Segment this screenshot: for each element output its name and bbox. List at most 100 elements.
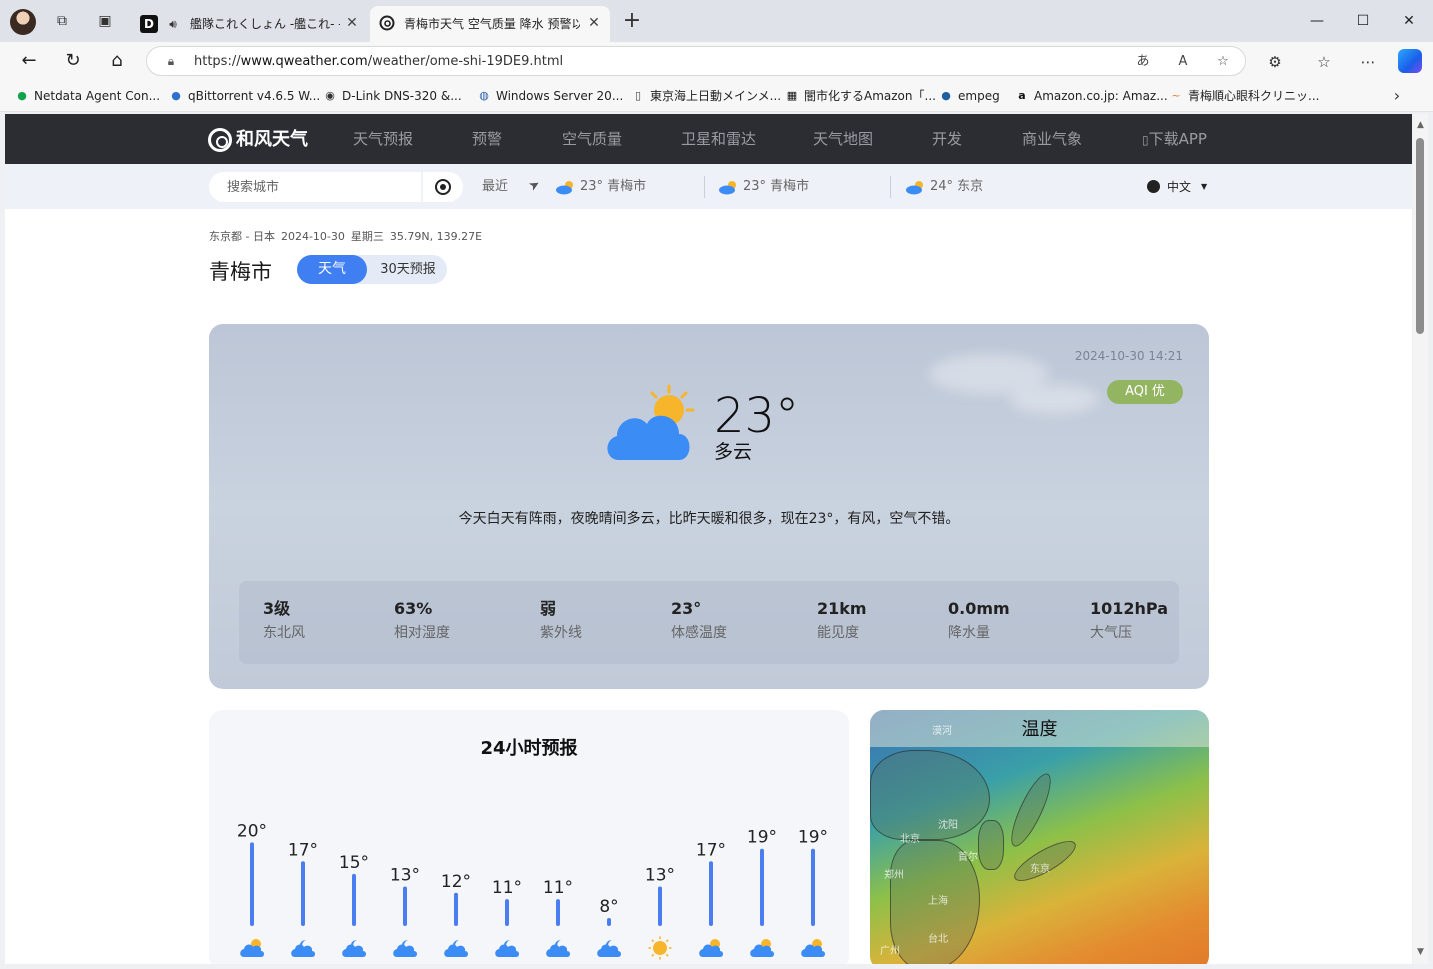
temp-label: 15° — [339, 853, 369, 873]
cloudy-night-icon — [597, 940, 621, 957]
partly-cloudy-icon — [607, 384, 695, 460]
qbittorrent-icon: ● — [171, 89, 181, 102]
refresh-icon[interactable]: ↻ — [61, 50, 85, 72]
nav-alerts[interactable]: 预警 — [472, 130, 502, 148]
observation-time: 2024-10-30 14:21 — [1074, 349, 1183, 363]
divider — [890, 176, 891, 198]
workspaces-icon[interactable]: ⧉ — [52, 11, 72, 31]
page-icon: ▯ — [634, 89, 642, 102]
temp-label: 19° — [798, 828, 828, 848]
new-tab-button[interactable]: + — [620, 10, 644, 33]
tab-favicon: D — [140, 15, 158, 33]
locate-button[interactable] — [423, 172, 463, 202]
page-scrollbar[interactable]: ▲ ▼ — [1413, 114, 1428, 964]
address-toolbar: ← ↻ ⌂ 🔒︎ https://www.qweather.com/weathe… — [0, 42, 1433, 80]
temp-label: 11° — [543, 878, 573, 898]
city-title: 青梅市 — [209, 260, 272, 284]
favorite-star-icon[interactable]: ☆ — [1213, 52, 1233, 72]
map-city-label: 郑州 — [884, 870, 904, 881]
phone-icon: ▯ — [1142, 133, 1149, 147]
copilot-icon[interactable] — [1398, 49, 1422, 73]
tab-qweather[interactable]: 青梅市天气 空气质量 降水 预警以 ✕ — [370, 6, 610, 42]
recent-label: 最近 — [482, 179, 509, 194]
map-city-label: 广州 — [880, 946, 900, 957]
partly-cloudy-icon — [240, 939, 264, 957]
page-viewport: 和风天气 天气预报 预警 空气质量 卫星和雷达 天气地图 开发 商业气象 ▯下载… — [5, 114, 1412, 964]
map-city-label: 沈阳 — [938, 820, 958, 831]
back-icon[interactable]: ← — [17, 50, 41, 72]
map-city-label: 东京 — [1030, 864, 1050, 875]
temp-label: 11° — [492, 878, 522, 898]
partly-cloudy-icon — [719, 181, 736, 195]
partly-cloudy-icon — [801, 939, 825, 957]
temp-label: 13° — [645, 866, 675, 886]
city-search-input[interactable] — [209, 172, 421, 202]
profile-avatar[interactable] — [10, 9, 36, 35]
tab-30-day[interactable]: 30天预报 — [369, 255, 447, 284]
lock-icon[interactable]: 🔒︎ — [163, 53, 179, 69]
aqi-badge[interactable]: AQI 优 — [1107, 380, 1183, 404]
hourly-forecast-card: 24小时预报 20° 17° 15° 13° 12° 11° 11° 8° 13° 17° 19° 1… — [209, 710, 849, 964]
leaf-icon: ● — [17, 89, 27, 102]
clinic-icon: ~ — [1171, 89, 1181, 102]
address-bar[interactable]: 🔒︎ https://www.qweather.com/weather/ome-… — [146, 46, 1246, 76]
home-icon[interactable]: ⌂ — [105, 50, 129, 72]
chevron-right-icon[interactable]: › — [1388, 85, 1406, 107]
partly-cloudy-icon — [699, 939, 723, 957]
temperature-map[interactable]: 温度 漠河 北京 沈阳 首尔 东京 郑州 上海 台北 广州 — [870, 710, 1209, 964]
tab-weather[interactable]: 天气 — [297, 255, 367, 284]
nav-satellite-radar[interactable]: 卫星和雷达 — [681, 130, 756, 148]
search-strip: 最近 ➤ 23° 青梅市 23° 青梅市 24° 东京 中文 ▼ — [5, 164, 1412, 209]
close-tab-icon[interactable]: ✕ — [586, 15, 602, 31]
tab-title: 青梅市天气 空气质量 降水 预警以 — [404, 17, 580, 31]
scrollbar-thumb[interactable] — [1416, 138, 1424, 334]
weather-summary: 今天白天有阵雨，夜晚晴间多云，比昨天暖和很多，现在23°，有风，空气不错。 — [458, 511, 960, 527]
stat-visibility: 21km 能见度 — [817, 599, 867, 641]
stat-pressure: 1012hPa 大气压 — [1090, 599, 1169, 641]
weather-stats: 3级 东北风 63% 相对湿度 弱 紫外线 23° 体感温度 21km 能见度 … — [239, 581, 1179, 664]
temp-label: 17° — [288, 840, 318, 860]
divider — [704, 176, 705, 198]
maximize-icon[interactable]: ☐ — [1348, 10, 1378, 32]
nav-forecast[interactable]: 天气预报 — [353, 130, 413, 148]
globe-icon — [1147, 180, 1160, 193]
stat-precipitation: 0.0mm 降水量 — [948, 599, 1010, 641]
nav-download-app[interactable]: ▯下载APP — [1142, 130, 1207, 149]
scroll-up-icon[interactable]: ▲ — [1415, 120, 1426, 130]
close-window-icon[interactable]: ✕ — [1394, 10, 1424, 32]
map-city-label: 北京 — [900, 834, 920, 845]
stat-wind: 3级 东北风 — [263, 599, 305, 641]
more-menu-icon[interactable]: ⋯ — [1357, 51, 1379, 73]
temp-label: 17° — [696, 840, 726, 860]
map-city-label: 漠河 — [932, 726, 952, 737]
scroll-down-icon[interactable]: ▼ — [1415, 947, 1426, 957]
translate-icon[interactable]: あ — [1133, 52, 1153, 72]
map-land — [978, 820, 1004, 870]
qr-icon: ▦ — [786, 89, 798, 102]
qweather-logo-icon — [208, 128, 232, 152]
close-tab-icon[interactable]: ✕ — [344, 15, 360, 31]
nav-business[interactable]: 商业气象 — [1022, 130, 1082, 148]
tab-kancolle[interactable]: D 🔊︎ 艦隊これくしょん -艦これ- - オンラ ✕ — [132, 6, 368, 42]
partly-cloudy-icon — [906, 181, 923, 195]
url-text[interactable]: https://www.qweather.com/weather/ome-shi… — [194, 54, 563, 70]
favorites-icon[interactable]: ☆ — [1313, 51, 1335, 73]
location-breadcrumb: 东京都 - 日本 2024-10-30 星期三 35.79N, 139.27E — [209, 230, 483, 243]
nav-weather-map[interactable]: 天气地图 — [813, 130, 873, 148]
read-aloud-icon[interactable]: A — [1173, 52, 1193, 72]
amazon-icon: a — [1018, 89, 1026, 102]
cloudy-night-icon — [546, 940, 570, 957]
speaker-icon[interactable]: 🔊︎ — [164, 15, 182, 33]
qweather-icon — [378, 15, 396, 33]
temp-label: 19° — [747, 828, 777, 848]
partly-cloudy-icon — [750, 939, 774, 957]
cloudy-night-icon — [291, 940, 315, 957]
extensions-icon[interactable]: ⚙︎ — [1264, 51, 1286, 73]
vertical-tabs-icon[interactable]: ▣ — [95, 11, 115, 31]
nav-developer[interactable]: 开发 — [932, 130, 962, 148]
minimize-icon[interactable]: — — [1302, 10, 1332, 32]
cloudy-night-icon — [495, 940, 519, 957]
current-temperature: 23° — [714, 388, 800, 444]
partly-cloudy-icon — [556, 181, 573, 195]
nav-air-quality[interactable]: 空气质量 — [562, 130, 622, 148]
